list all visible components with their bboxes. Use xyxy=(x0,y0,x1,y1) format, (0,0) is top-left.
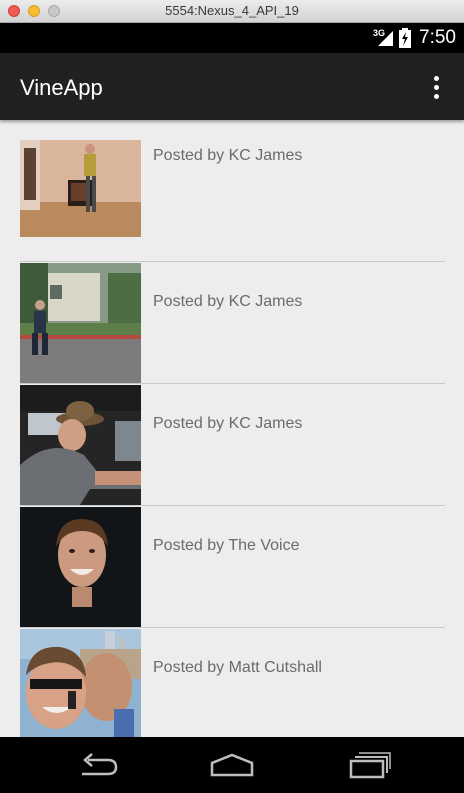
window-titlebar: 5554:Nexus_4_API_19 xyxy=(0,0,464,23)
video-thumbnail[interactable] xyxy=(20,507,141,627)
status-time: 7:50 xyxy=(419,27,456,48)
home-icon[interactable] xyxy=(208,751,256,779)
poster-text: Posted by Matt Cutshall xyxy=(153,659,322,676)
window-title: 5554:Nexus_4_API_19 xyxy=(165,3,299,18)
feed-item[interactable]: Posted by Matt Cutshall xyxy=(20,628,445,743)
video-thumbnail[interactable] xyxy=(20,385,141,505)
poster-text: Posted by KC James xyxy=(153,147,303,164)
feed-item[interactable]: Posted by KC James xyxy=(20,140,445,262)
status-bar xyxy=(0,23,464,53)
video-thumbnail[interactable] xyxy=(20,629,141,742)
feed-item[interactable]: Posted by KC James xyxy=(20,384,445,506)
video-feed: Posted by KC James Posted by KC James Po… xyxy=(20,140,445,743)
app-title: VineApp xyxy=(20,75,103,100)
navigation-bar xyxy=(0,737,464,793)
feed-item[interactable]: Posted by The Voice xyxy=(20,506,445,628)
battery-icon xyxy=(399,28,411,48)
feed-item[interactable]: Posted by KC James xyxy=(20,262,445,384)
poster-text: Posted by KC James xyxy=(153,415,303,432)
poster-text: Posted by The Voice xyxy=(153,537,300,554)
more-vert-icon[interactable] xyxy=(424,73,448,101)
video-thumbnail[interactable] xyxy=(20,140,141,237)
recent-apps-icon[interactable] xyxy=(347,751,391,779)
back-icon[interactable] xyxy=(76,751,120,779)
network-type: 3G xyxy=(373,28,386,38)
poster-text: Posted by KC James xyxy=(153,293,303,310)
app-bar: VineApp xyxy=(0,53,464,120)
video-thumbnail[interactable] xyxy=(20,263,141,383)
